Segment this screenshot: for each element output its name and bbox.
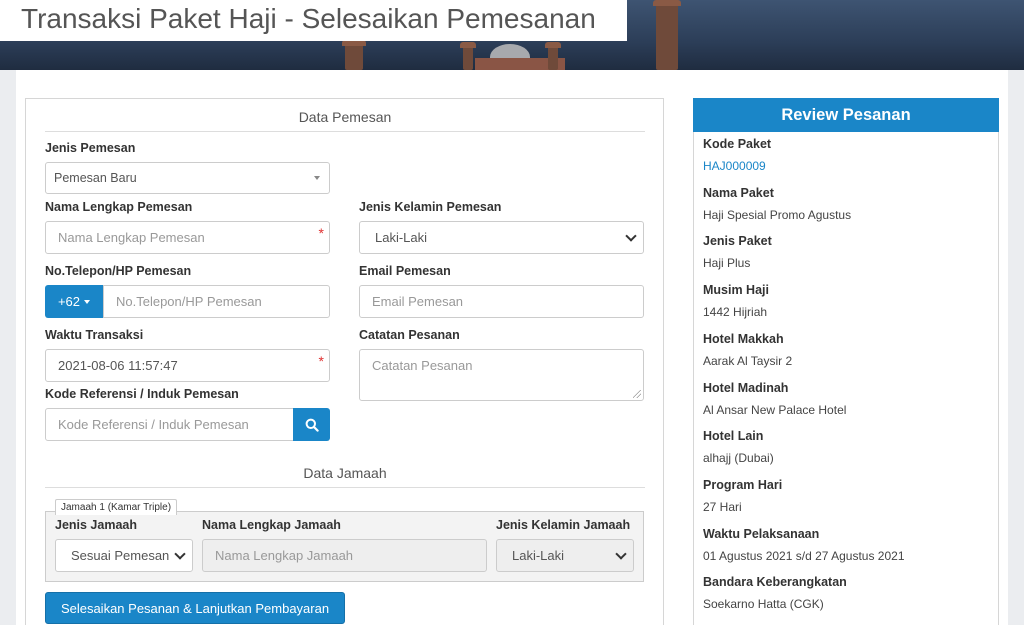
nama-jamaah-input[interactable]: Nama Lengkap Jamaah bbox=[202, 539, 487, 572]
review-item-label: Hotel Makkah bbox=[703, 331, 784, 346]
review-item-value: alhajj (Dubai) bbox=[703, 451, 774, 466]
submit-order-button[interactable]: Selesaikan Pesanan & Lanjutkan Pembayara… bbox=[45, 592, 345, 624]
page-title: Transaksi Paket Haji - Selesaikan Pemesa… bbox=[21, 3, 596, 34]
waktu-label: Waktu Transaksi bbox=[45, 328, 144, 342]
review-item-value: Haji Spesial Promo Agustus bbox=[703, 207, 852, 222]
jenis-jamaah-value: Sesuai Pemesan bbox=[71, 548, 170, 563]
referensi-label: Kode Referensi / Induk Pemesan bbox=[45, 387, 239, 401]
jenis-kelamin-label: Jenis Kelamin Pemesan bbox=[359, 200, 502, 214]
catatan-textarea[interactable]: Catatan Pesanan bbox=[359, 349, 644, 401]
nama-pemesan-placeholder: Nama Lengkap Pemesan bbox=[58, 230, 205, 245]
review-item-label: Bandara Keberangkatan bbox=[703, 575, 847, 590]
referensi-input[interactable]: Kode Referensi / Induk Pemesan bbox=[45, 408, 294, 441]
required-mark: * bbox=[318, 225, 324, 241]
kelamin-jamaah-select[interactable]: Laki-Laki bbox=[496, 539, 634, 572]
review-item-value: 27 Hari bbox=[703, 499, 742, 514]
jenis-kelamin-select[interactable]: Laki-Laki bbox=[359, 221, 644, 254]
email-label: Email Pemesan bbox=[359, 264, 451, 278]
email-placeholder: Email Pemesan bbox=[372, 294, 464, 309]
country-code-value: +62 bbox=[57, 294, 81, 309]
review-item-link[interactable]: HAJ000009 bbox=[703, 159, 766, 173]
section-title-pemesan: Data Pemesan bbox=[45, 109, 645, 132]
jenis-pemesan-value: Pemesan Baru bbox=[54, 171, 137, 185]
review-item-label: Kode Paket bbox=[703, 137, 772, 151]
waktu-value: 2021-08-06 11:57:47 bbox=[58, 358, 178, 373]
chevron-down-icon bbox=[615, 548, 627, 560]
caret-down-icon bbox=[314, 176, 320, 180]
review-item-label: Program Hari bbox=[703, 477, 783, 492]
review-title: Review Pesanan bbox=[693, 98, 999, 132]
jenis-jamaah-label: Jenis Jamaah bbox=[55, 518, 137, 532]
review-item-label: Musim Haji bbox=[703, 283, 769, 298]
search-button[interactable] bbox=[293, 408, 330, 441]
caret-down-icon bbox=[84, 299, 91, 304]
page-title-box: Transaksi Paket Haji - Selesaikan Pemesa… bbox=[0, 0, 627, 41]
nama-jamaah-placeholder: Nama Lengkap Jamaah bbox=[215, 548, 354, 563]
jenis-jamaah-select[interactable]: Sesuai Pemesan bbox=[55, 539, 193, 572]
kelamin-jamaah-value: Laki-Laki bbox=[512, 548, 565, 563]
nama-jamaah-label: Nama Lengkap Jamaah bbox=[202, 518, 341, 532]
email-input[interactable]: Email Pemesan bbox=[359, 285, 644, 318]
jenis-kelamin-value: Laki-Laki bbox=[375, 230, 428, 245]
review-item-value: 1442 Hijriah bbox=[703, 305, 768, 320]
waktu-input[interactable]: 2021-08-06 11:57:47 * bbox=[45, 349, 330, 382]
review-item-label: Jenis Paket bbox=[703, 234, 772, 249]
review-item-value: 01 Agustus 2021 s/d 27 Agustus 2021 bbox=[703, 548, 905, 563]
catatan-label: Catatan Pesanan bbox=[359, 328, 460, 342]
telepon-placeholder: No.Telepon/HP Pemesan bbox=[116, 294, 262, 309]
nama-pemesan-label: Nama Lengkap Pemesan bbox=[45, 200, 193, 214]
nama-pemesan-input[interactable]: Nama Lengkap Pemesan * bbox=[45, 221, 330, 254]
review-item-label: Hotel Madinah bbox=[703, 380, 789, 395]
review-item-value: Haji Plus bbox=[703, 256, 751, 271]
review-item-value: Al Ansar New Palace Hotel bbox=[703, 402, 847, 417]
resize-grip-icon[interactable] bbox=[633, 390, 641, 398]
jenis-pemesan-label: Jenis Pemesan bbox=[45, 141, 136, 155]
required-mark: * bbox=[318, 353, 324, 369]
section-title-jamaah: Data Jamaah bbox=[45, 465, 645, 488]
kelamin-jamaah-label: Jenis Kelamin Jamaah bbox=[496, 518, 631, 532]
review-item-label: Hotel Lain bbox=[703, 429, 764, 444]
search-icon bbox=[305, 418, 319, 432]
jamaah-legend: Jamaah 1 (Kamar Triple) bbox=[55, 499, 178, 515]
chevron-down-icon bbox=[174, 548, 186, 560]
review-item-value: Aarak Al Taysir 2 bbox=[703, 353, 793, 368]
country-code-button[interactable]: +62 bbox=[45, 285, 103, 318]
telepon-label: No.Telepon/HP Pemesan bbox=[45, 264, 192, 278]
review-item-label: Waktu Pelaksanaan bbox=[703, 526, 820, 541]
review-item-label: Nama Paket bbox=[703, 185, 774, 200]
telepon-input[interactable]: No.Telepon/HP Pemesan bbox=[103, 285, 330, 318]
referensi-placeholder: Kode Referensi / Induk Pemesan bbox=[58, 417, 249, 432]
catatan-placeholder: Catatan Pesanan bbox=[372, 358, 473, 373]
review-item-value: Soekarno Hatta (CGK) bbox=[703, 597, 824, 612]
chevron-down-icon bbox=[625, 230, 637, 242]
jenis-pemesan-select[interactable]: Pemesan Baru bbox=[45, 162, 330, 194]
